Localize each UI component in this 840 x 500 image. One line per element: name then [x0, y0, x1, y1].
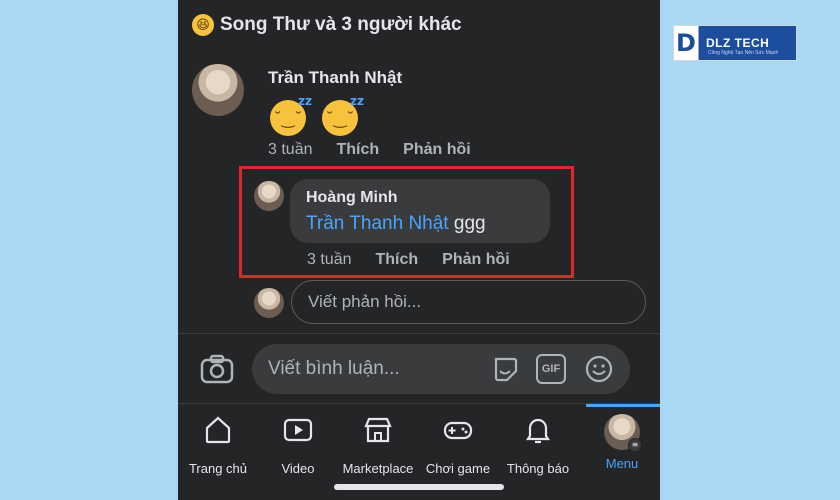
reply-button[interactable]: Phản hồi: [403, 141, 471, 159]
tab-marketplace[interactable]: Marketplace: [338, 414, 418, 476]
avatar: [254, 288, 284, 318]
gif-button[interactable]: GIF: [536, 354, 566, 384]
comment-author[interactable]: Trần Thanh Nhật: [268, 68, 402, 88]
tab-menu-label: Menu: [605, 456, 639, 471]
tab-notifications-label: Thông báo: [506, 461, 570, 476]
active-tab-indicator: [586, 404, 660, 407]
tab-menu[interactable]: ≡ Menu: [582, 414, 660, 471]
tab-video[interactable]: Video: [258, 414, 338, 476]
home-indicator: [334, 484, 504, 490]
logo-name: DLZ TECH: [706, 36, 770, 50]
laugh-reaction-icon: 😆: [192, 14, 214, 36]
video-icon: [283, 418, 313, 442]
home-icon: [205, 416, 231, 444]
comment-composer: Viết bình luận... GIF: [178, 333, 660, 403]
like-button[interactable]: Thích: [336, 141, 379, 159]
highlight-box: [239, 166, 574, 278]
avatar[interactable]: [192, 64, 244, 116]
tab-notifications[interactable]: Thông báo: [498, 414, 578, 476]
comment-input-placeholder: Viết bình luận...: [268, 358, 400, 379]
reactions-summary[interactable]: 😆 Song Thư và 3 người khác: [192, 14, 462, 36]
tab-home-label: Trang chủ: [188, 461, 248, 476]
tab-home[interactable]: Trang chủ: [178, 414, 258, 476]
reactions-text: Song Thư và 3 người khác: [220, 14, 462, 35]
gaming-icon: [443, 421, 473, 440]
emoji-icon[interactable]: [584, 354, 614, 384]
reply-input-placeholder: Viết phản hồi...: [308, 292, 422, 311]
comment-actions: 3 tuần Thích Phản hồi: [268, 141, 471, 159]
menu-badge-icon: ≡: [628, 438, 642, 452]
tab-gaming-label: Chơi game: [425, 461, 491, 476]
sleepy-emoji-icon: ˘‿˘ zz: [322, 94, 364, 136]
dlz-tech-logo: D DLZ TECH Công Nghệ Tạo Nên Sức Mạnh: [673, 25, 797, 61]
marketplace-icon: [364, 417, 392, 443]
tab-gaming[interactable]: Chơi game: [418, 414, 498, 476]
dlz-logo-mark-icon: D: [676, 29, 696, 57]
reply-input[interactable]: Viết phản hồi...: [291, 280, 646, 324]
tab-marketplace-label: Marketplace: [342, 461, 414, 476]
camera-icon[interactable]: [200, 354, 234, 384]
comment-input[interactable]: Viết bình luận... GIF: [252, 344, 630, 394]
bell-icon: [525, 418, 551, 444]
sleepy-emoji-icon: ˘‿˘ zz: [270, 94, 312, 136]
gif-label: GIF: [541, 363, 561, 375]
tab-video-label: Video: [281, 461, 315, 476]
logo-tagline: Công Nghệ Tạo Nên Sức Mạnh: [708, 50, 779, 56]
bottom-tab-bar: Trang chủ Video Marketplace Chơi game Th…: [178, 403, 660, 500]
sticker-icon[interactable]: [490, 354, 520, 384]
comment-time: 3 tuần: [268, 141, 313, 158]
menu-avatar-icon: ≡: [604, 414, 642, 452]
